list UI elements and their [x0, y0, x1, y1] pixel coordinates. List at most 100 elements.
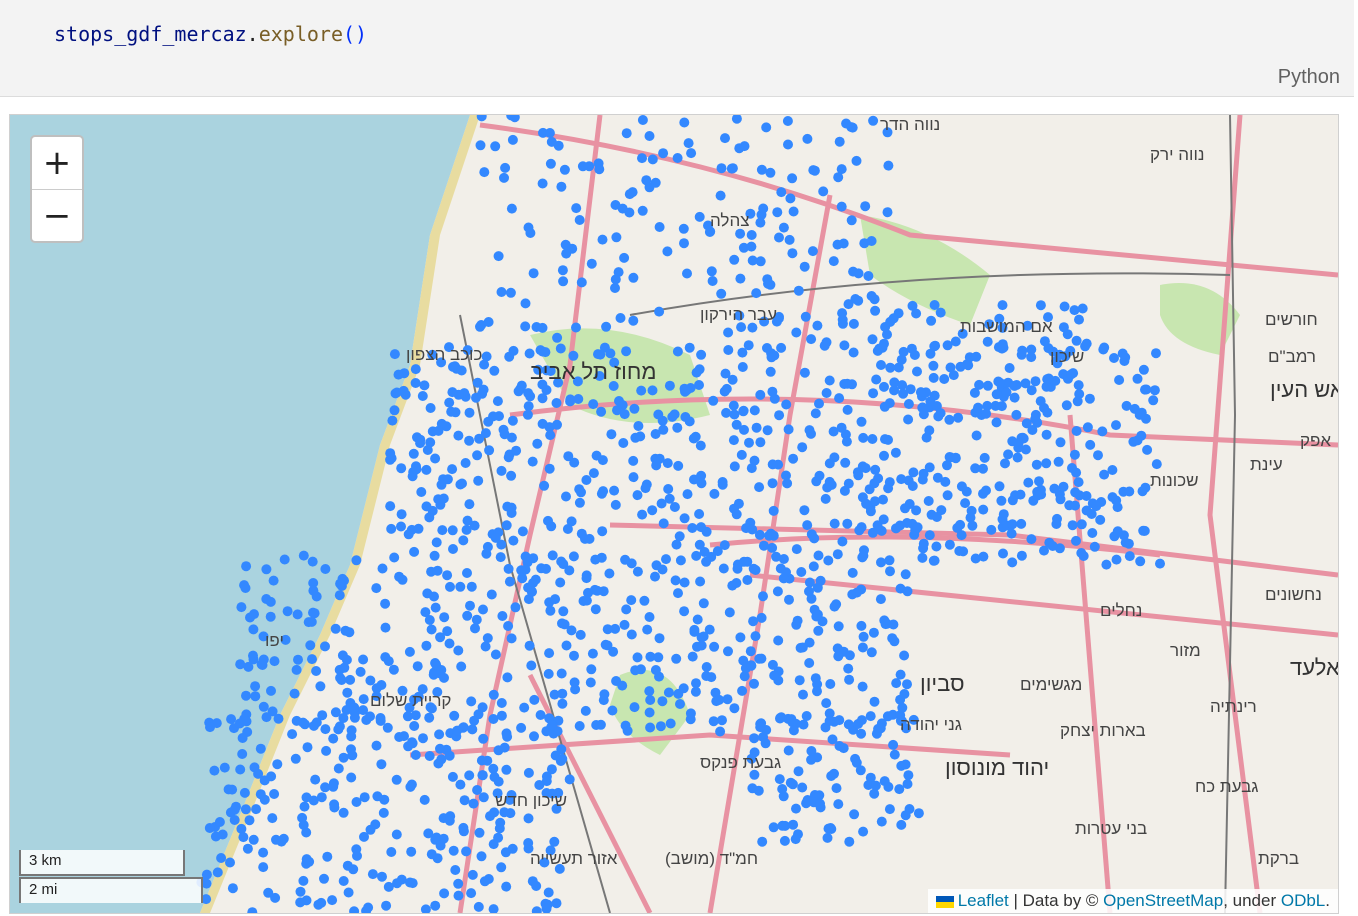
bus-stop-marker[interactable] — [842, 404, 853, 415]
bus-stop-marker[interactable] — [493, 251, 504, 262]
bus-stop-marker[interactable] — [358, 694, 369, 705]
bus-stop-marker[interactable] — [935, 408, 946, 419]
bus-stop-marker[interactable] — [227, 784, 238, 795]
bus-stop-marker[interactable] — [945, 362, 956, 373]
bus-stop-marker[interactable] — [611, 232, 622, 243]
bus-stop-marker[interactable] — [1003, 449, 1014, 460]
bus-stop-marker[interactable] — [543, 515, 553, 526]
bus-stop-marker[interactable] — [601, 321, 612, 332]
bus-stop-marker[interactable] — [455, 779, 466, 790]
bus-stop-marker[interactable] — [499, 429, 510, 440]
bus-stop-marker[interactable] — [261, 712, 272, 723]
bus-stop-marker[interactable] — [794, 675, 805, 686]
bus-stop-marker[interactable] — [841, 436, 852, 447]
bus-stop-marker[interactable] — [501, 764, 512, 775]
bus-stop-marker[interactable] — [696, 522, 707, 533]
bus-stop-marker[interactable] — [940, 476, 951, 487]
bus-stop-marker[interactable] — [629, 702, 640, 713]
bus-stop-marker[interactable] — [466, 696, 477, 707]
bus-stop-marker[interactable] — [328, 733, 339, 744]
bus-stop-marker[interactable] — [1111, 495, 1122, 506]
bus-stop-marker[interactable] — [863, 271, 874, 281]
bus-stop-marker[interactable] — [621, 604, 632, 615]
bus-stop-marker[interactable] — [564, 565, 575, 576]
bus-stop-marker[interactable] — [876, 360, 886, 370]
bus-stop-marker[interactable] — [661, 554, 671, 565]
bus-stop-marker[interactable] — [686, 148, 697, 159]
bus-stop-marker[interactable] — [561, 491, 571, 502]
bus-stop-marker[interactable] — [642, 624, 653, 635]
bus-stop-marker[interactable] — [1026, 352, 1037, 363]
bus-stop-marker[interactable] — [736, 449, 747, 460]
bus-stop-marker[interactable] — [345, 674, 356, 685]
bus-stop-marker[interactable] — [615, 313, 626, 323]
bus-stop-marker[interactable] — [1016, 550, 1027, 561]
bus-stop-marker[interactable] — [828, 426, 839, 437]
bus-stop-marker[interactable] — [647, 385, 658, 396]
bus-stop-marker[interactable] — [847, 379, 857, 390]
bus-stop-marker[interactable] — [307, 556, 318, 567]
bus-stop-marker[interactable] — [424, 512, 435, 523]
bus-stop-marker[interactable] — [806, 746, 817, 756]
bus-stop-marker[interactable] — [708, 716, 719, 727]
bus-stop-marker[interactable] — [824, 375, 835, 386]
bus-stop-marker[interactable] — [606, 429, 617, 440]
code-cell[interactable]: stops_gdf_mercaz.explore() Python — [0, 0, 1354, 97]
bus-stop-marker[interactable] — [974, 379, 985, 390]
bus-stop-marker[interactable] — [557, 688, 568, 699]
bus-stop-marker[interactable] — [815, 798, 825, 809]
bus-stop-marker[interactable] — [684, 342, 695, 353]
bus-stop-marker[interactable] — [778, 554, 789, 564]
bus-stop-marker[interactable] — [767, 386, 778, 397]
bus-stop-marker[interactable] — [772, 586, 783, 597]
bus-stop-marker[interactable] — [1007, 436, 1018, 447]
zoom-in-button[interactable]: + — [32, 137, 82, 190]
bus-stop-marker[interactable] — [765, 366, 776, 377]
bus-stop-marker[interactable] — [435, 840, 446, 851]
map-view[interactable]: נווה הדר נווה ירק חורשים רמב"ם ראש העין … — [9, 114, 1339, 914]
bus-stop-marker[interactable] — [259, 794, 270, 805]
bus-stop-marker[interactable] — [559, 619, 570, 630]
bus-stop-marker[interactable] — [217, 829, 228, 840]
bus-stop-marker[interactable] — [499, 172, 509, 183]
bus-stop-marker[interactable] — [812, 320, 823, 331]
bus-stop-marker[interactable] — [871, 374, 882, 385]
bus-stop-marker[interactable] — [444, 815, 455, 826]
bus-stop-marker[interactable] — [729, 254, 740, 265]
bus-stop-marker[interactable] — [496, 287, 507, 297]
bus-stop-marker[interactable] — [555, 577, 566, 588]
bus-stop-marker[interactable] — [320, 641, 330, 652]
bus-stop-marker[interactable] — [696, 470, 707, 481]
bus-stop-marker[interactable] — [1111, 420, 1121, 431]
bus-stop-marker[interactable] — [788, 206, 799, 217]
bus-stop-marker[interactable] — [765, 528, 776, 539]
bus-stop-marker[interactable] — [839, 485, 850, 496]
bus-stop-marker[interactable] — [701, 671, 712, 681]
bus-stop-marker[interactable] — [452, 725, 463, 736]
bus-stop-marker[interactable] — [313, 899, 324, 910]
bus-stop-marker[interactable] — [829, 601, 840, 612]
bus-stop-marker[interactable] — [216, 853, 227, 863]
bus-stop-marker[interactable] — [749, 455, 760, 466]
bus-stop-marker[interactable] — [963, 360, 974, 371]
bus-stop-marker[interactable] — [365, 824, 376, 835]
bus-stop-marker[interactable] — [723, 345, 734, 355]
bus-stop-marker[interactable] — [787, 173, 798, 184]
bus-stop-marker[interactable] — [797, 442, 808, 453]
bus-stop-marker[interactable] — [496, 698, 507, 708]
bus-stop-marker[interactable] — [833, 621, 844, 632]
bus-stop-marker[interactable] — [858, 631, 869, 642]
bus-stop-marker[interactable] — [772, 207, 783, 218]
bus-stop-marker[interactable] — [619, 409, 630, 420]
bus-stop-marker[interactable] — [496, 710, 507, 721]
bus-stop-marker[interactable] — [715, 190, 726, 201]
bus-stop-marker[interactable] — [404, 646, 415, 657]
bus-stop-marker[interactable] — [516, 722, 527, 733]
bus-stop-marker[interactable] — [1135, 556, 1146, 567]
bus-stop-marker[interactable] — [866, 647, 877, 658]
bus-stop-marker[interactable] — [474, 827, 485, 838]
bus-stop-marker[interactable] — [682, 268, 692, 279]
bus-stop-marker[interactable] — [635, 431, 646, 442]
bus-stop-marker[interactable] — [431, 537, 442, 548]
bus-stop-marker[interactable] — [808, 165, 819, 176]
